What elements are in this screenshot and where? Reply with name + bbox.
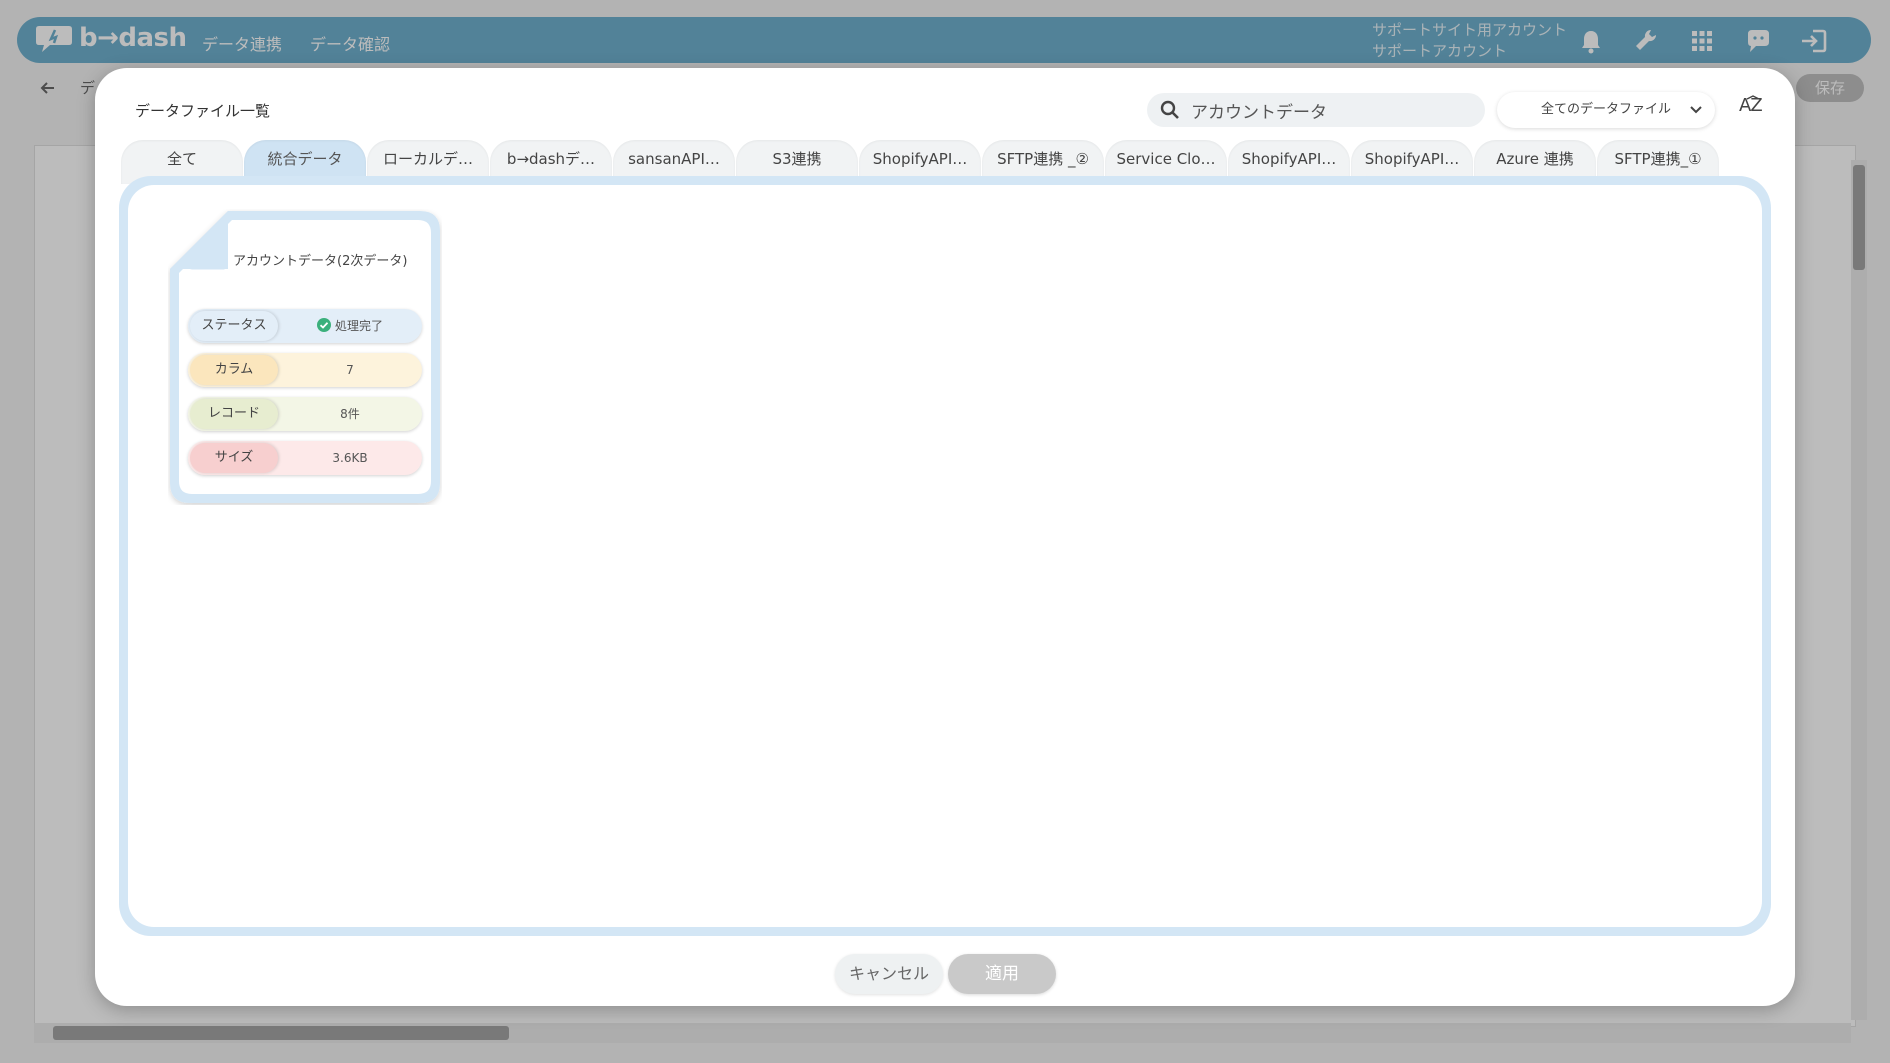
size-value: 3.6KB	[332, 451, 368, 465]
check-circle-icon	[316, 318, 331, 332]
file-list-area: アカウントデータ(2次データ) ステータス 処理完了 カラム 7 レコード 8件…	[128, 185, 1762, 927]
status-row: ステータス 処理完了	[188, 309, 422, 343]
column-label: カラム	[190, 355, 278, 385]
record-label: レコード	[190, 399, 278, 429]
data-file-card[interactable]: アカウントデータ(2次データ) ステータス 処理完了 カラム 7 レコード 8件…	[168, 209, 442, 505]
size-row: サイズ 3.6KB	[188, 441, 422, 475]
size-label: サイズ	[190, 443, 278, 473]
search-box[interactable]	[1147, 93, 1485, 127]
file-list-frame: アカウントデータ(2次データ) ステータス 処理完了 カラム 7 レコード 8件…	[119, 176, 1771, 936]
file-card-title: アカウントデータ(2次データ)	[233, 254, 408, 269]
status-label: ステータス	[190, 311, 278, 341]
record-value: 8件	[340, 407, 360, 421]
modal-title: データファイル一覧	[135, 102, 271, 120]
data-file-filter-select[interactable]: 全てのデータファイル	[1497, 92, 1715, 128]
search-icon	[1160, 100, 1179, 119]
column-value: 7	[346, 363, 354, 377]
chevron-down-icon	[1690, 106, 1702, 114]
status-text: 処理完了	[334, 319, 383, 333]
search-input[interactable]	[1189, 99, 1473, 121]
sort-arrow-icon	[1746, 95, 1760, 100]
cancel-button[interactable]: キャンセル	[835, 954, 943, 994]
filter-selected-value: 全てのデータファイル	[1540, 102, 1671, 117]
data-file-list-modal: データファイル一覧 全てのデータファイル AZ 全て 統合データ ローカルデ… …	[95, 68, 1795, 1006]
status-value: 処理完了	[278, 309, 422, 343]
apply-button[interactable]: 適用	[948, 954, 1056, 994]
sort-az-button[interactable]: AZ	[1739, 95, 1767, 121]
record-row: レコード 8件	[188, 397, 422, 431]
column-row: カラム 7	[188, 353, 422, 387]
